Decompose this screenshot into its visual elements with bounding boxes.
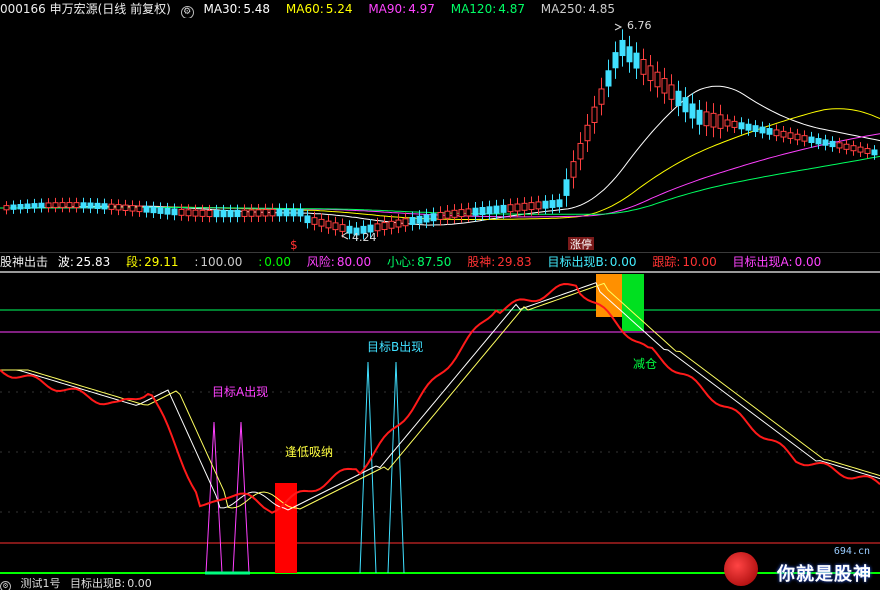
chart-header: 000166 申万宏源(日线 前复权) ⚙ MA30: 5.48 MA60: 5.2… [0, 0, 880, 18]
limit-up-marker: 涨停 [570, 237, 592, 251]
ma250-readout: MA250: 4.85 [540, 2, 616, 16]
indicator-chart[interactable]: 目标A出现 目标B出现 逢低吸纳 减仓 [0, 270, 880, 578]
stock-title[interactable]: 000166 申万宏源(日线 前复权) [0, 2, 171, 16]
gushen-line [0, 282, 880, 514]
indicator-header: 股神出击 波: 25.83 段: 29.11 :100.00 :0.00 风险: 80… [0, 252, 880, 271]
logo-site: 694.cn [833, 546, 870, 557]
indicator-name[interactable]: 股神出击 [0, 255, 48, 269]
field-target-b: 目标出现B: 0.00 [547, 255, 637, 269]
field-gushen: 股神: 29.83 [467, 255, 532, 269]
high-price-label: 6.76 [627, 19, 652, 32]
field-target-a: 目标出现A: 0.00 [732, 255, 822, 269]
low-price-label: 4.24 [352, 231, 377, 244]
wave-line [0, 282, 880, 511]
field-track: 跟踪: 10.00 [652, 255, 717, 269]
ma60-readout: MA60: 5.24 [285, 2, 353, 16]
sell-marker: $ [290, 238, 298, 252]
reduce-label: 减仓 [633, 357, 657, 371]
field-caution: 小心: 87.50 [387, 255, 452, 269]
settings-gear-icon[interactable]: ⚙ [180, 6, 194, 18]
low-buy-label: 逢低吸纳 [285, 445, 333, 459]
secondary-indicator-name[interactable]: 测试1号 [21, 578, 61, 590]
field-upper: :100.00 [194, 255, 243, 269]
candlestick-chart[interactable]: 6.76 4.24 $ 涨停 [0, 18, 880, 252]
secondary-field: 目标出现B: 0.00 [70, 578, 152, 590]
ma30-readout: MA30: 5.48 [203, 2, 271, 16]
high-arrow-icon [614, 23, 623, 31]
low-buy-block [275, 483, 297, 573]
ma120-readout: MA120: 4.87 [450, 2, 525, 16]
ma90-readout: MA90: 4.97 [368, 2, 435, 16]
target-a-label: 目标A出现 [212, 385, 268, 399]
secondary-indicator-header: ⚙ 测试1号 目标出现B: 0.00 [0, 578, 880, 590]
field-bo: 波: 25.83 [57, 255, 111, 269]
field-risk: 风险: 80.00 [306, 255, 372, 269]
target-b-label: 目标B出现 [367, 340, 423, 354]
candlesticks [3, 29, 878, 241]
reduce-signal-block [622, 274, 644, 331]
field-duan: 段: 29.11 [126, 255, 179, 269]
field-lower: :0.00 [258, 255, 291, 269]
indicator-gear-icon[interactable]: ⚙ [0, 581, 11, 590]
